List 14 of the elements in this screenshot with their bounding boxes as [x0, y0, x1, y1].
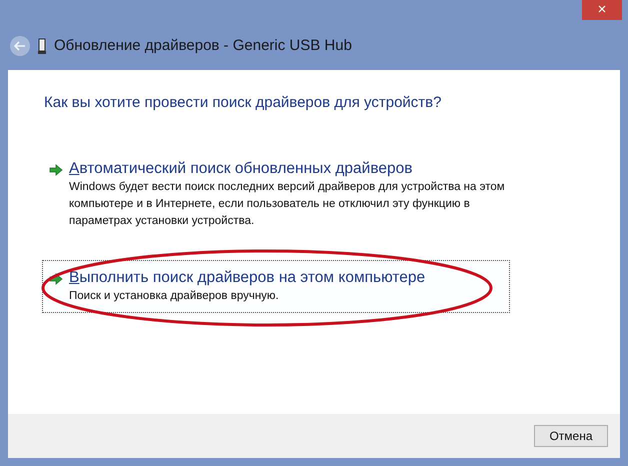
window-title: Обновление драйверов - Generic USB Hub — [54, 36, 352, 56]
option-title: Автоматический поиск обновленных драйверов — [69, 158, 414, 178]
back-arrow-icon — [14, 41, 26, 51]
option-title: Выполнить поиск драйверов на этом компьютере — [69, 268, 426, 288]
cancel-button[interactable]: Отмена — [534, 425, 608, 447]
question-heading: Как вы хотите провести поиск драйверов для устройств? — [44, 93, 442, 113]
close-button[interactable]: × — [582, 0, 622, 20]
option-description: Поиск и установка драйверов вручную. — [69, 288, 280, 304]
arrow-icon — [49, 272, 63, 284]
back-button[interactable] — [10, 36, 30, 56]
usb-device-icon — [38, 38, 46, 54]
option-description: Windows будет вести поиск последних версий драйверов для устройства на этом компьютере и в Интернете, если пользователь не отключил эту функцию в параметрах установки устройства. — [69, 180, 506, 228]
option-link[interactable]: Выполнить поиск драйверов на этом компьютере Поиск и установка драйверов вручную. — [42, 260, 510, 312]
arrow-icon — [49, 164, 63, 176]
